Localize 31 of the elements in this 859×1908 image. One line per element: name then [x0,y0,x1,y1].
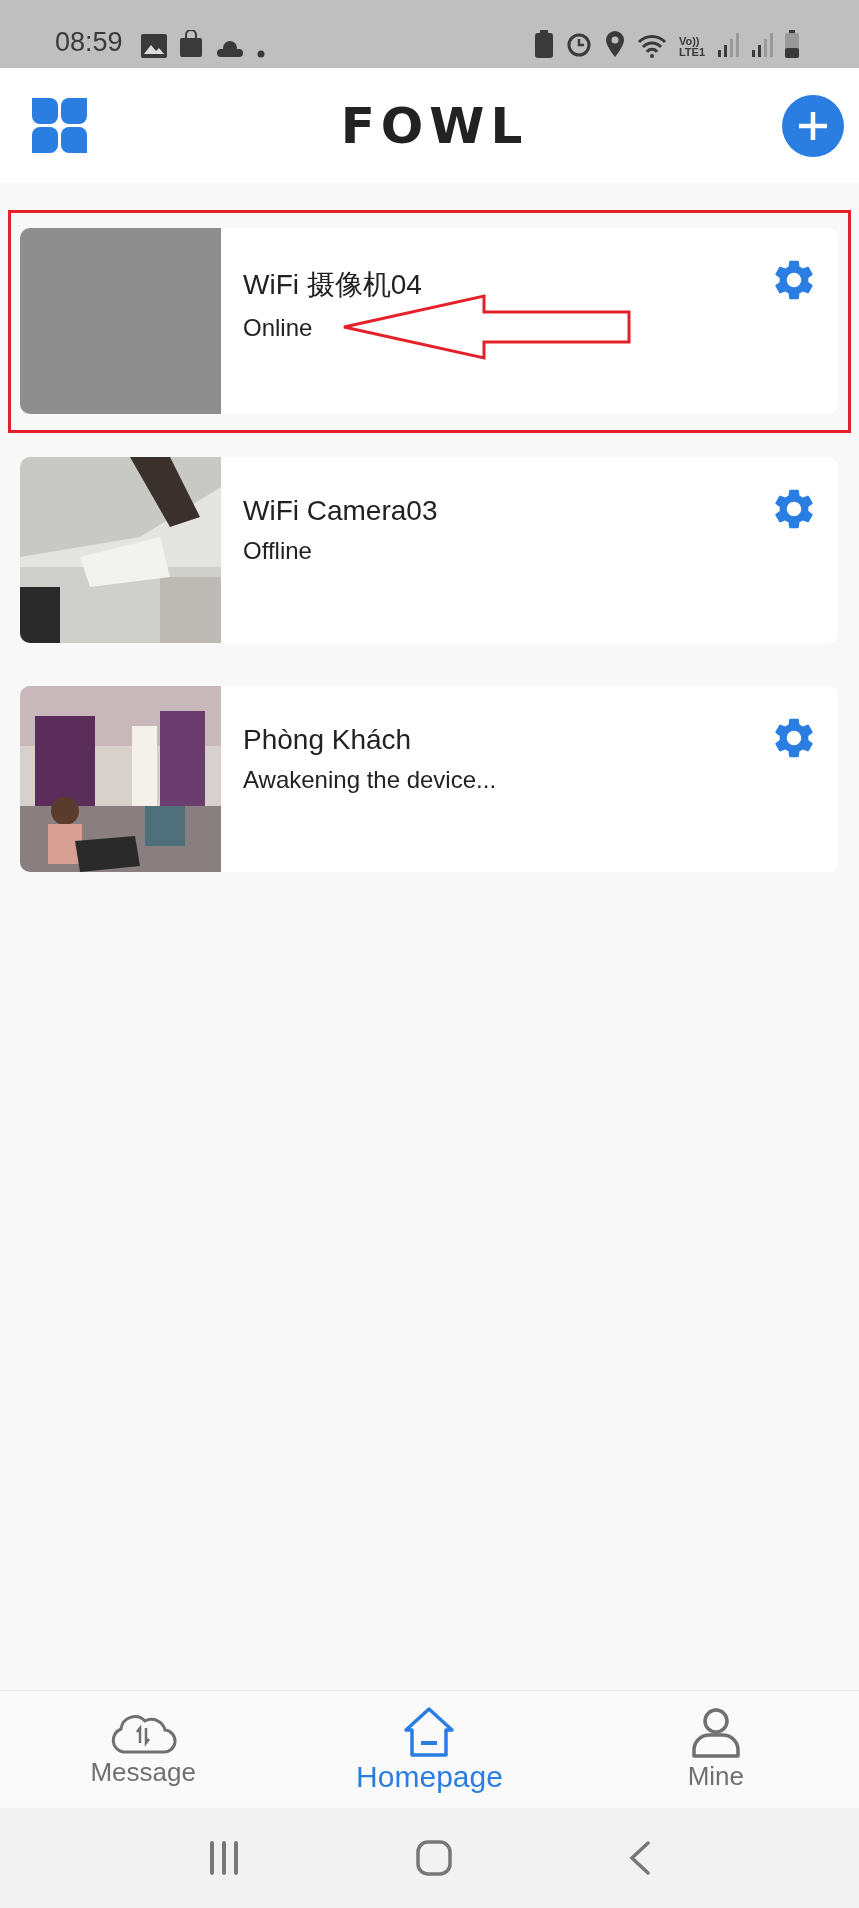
back-icon[interactable] [628,1841,651,1875]
battery-icon [785,30,799,58]
petal-logo-icon[interactable] [32,98,87,153]
device-status: Offline [243,537,312,565]
volte-label: Vo)) [678,36,700,47]
recent-apps-icon[interactable] [208,1841,241,1875]
device-card[interactable]: WiFi Camera03 Offline [20,457,838,643]
status-time: 08:59 [55,27,123,58]
nav-tab[interactable]: Homepage [286,1691,573,1808]
nav-tab[interactable]: Mine [572,1691,859,1808]
home-icon [402,1705,457,1758]
device-status: Awakening the device... [243,766,497,794]
person-icon [689,1707,742,1759]
battery-saver-icon [534,30,553,58]
location-icon [604,30,625,58]
image-icon [140,34,167,58]
home-button-icon[interactable] [416,1840,453,1876]
wifi-icon [636,34,667,58]
lte-label: LTE1 [678,47,705,58]
signal-icon [717,32,739,58]
device-name: Phòng Khách [243,724,412,756]
shopping-bag-icon [178,30,203,58]
app-logo: FOWL [340,96,529,155]
device-status: Online [243,314,313,342]
device-name: WiFi 摄像机04 [243,268,422,302]
device-name: WiFi Camera03 [243,495,438,527]
device-card[interactable]: WiFi 摄像机04 Online [20,228,838,414]
device-card[interactable]: Phòng Khách Awakening the device... [20,686,838,872]
nav-tab[interactable]: Message [0,1691,287,1808]
dot-icon [256,50,265,58]
signal-icon [751,32,773,58]
